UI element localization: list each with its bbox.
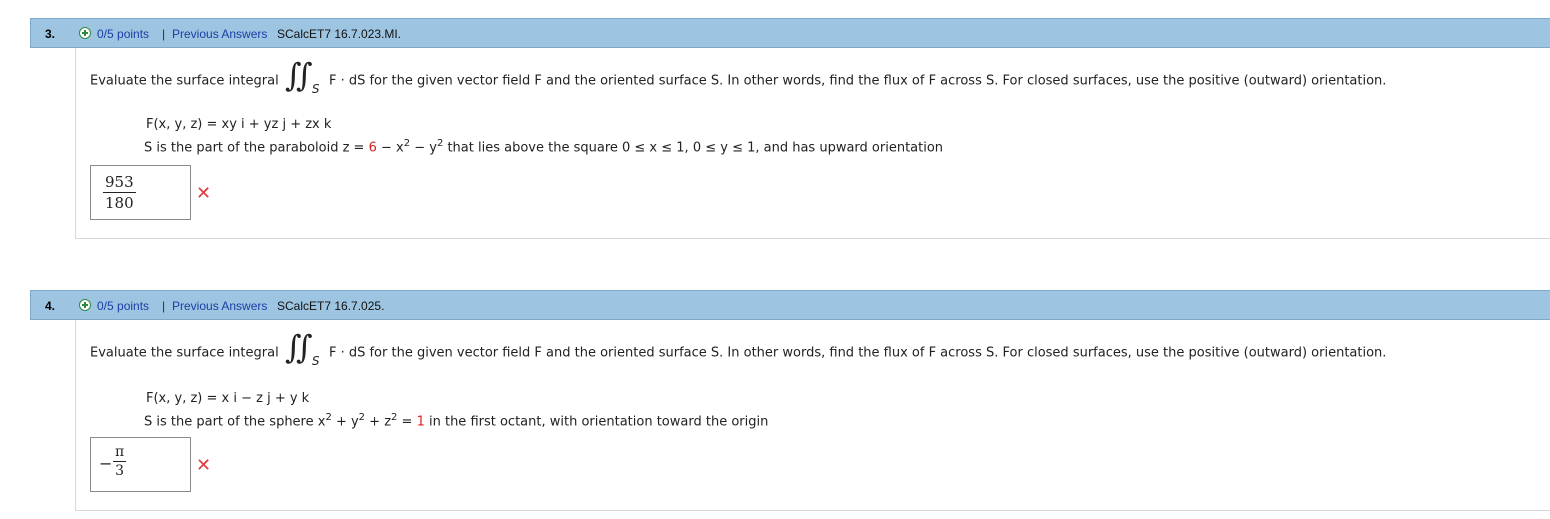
fraction-bar xyxy=(113,461,127,462)
points-label[interactable]: 0/5 points xyxy=(97,299,149,313)
answer-fraction: 953 180 xyxy=(103,173,136,212)
answer-fraction: π 3 xyxy=(113,444,127,479)
question-number: 3. xyxy=(45,27,56,41)
question-header: 4. 0/5 points | Previous Answers SCalcET… xyxy=(30,290,1550,320)
prompt-text-after: F · dS for the given vector field F and … xyxy=(328,345,1387,361)
surface-text: + z xyxy=(365,414,392,430)
prompt-text-before: Evaluate the surface integral xyxy=(90,73,279,89)
surface-text: = xyxy=(397,414,417,430)
answer-numerator: 953 xyxy=(105,173,134,191)
answer-denominator: 3 xyxy=(115,463,125,479)
previous-answers-link[interactable]: Previous Answers xyxy=(172,299,267,313)
answer-box[interactable]: − π 3 xyxy=(90,437,191,492)
separator: | xyxy=(162,299,166,313)
answer-denominator: 180 xyxy=(105,194,134,212)
previous-answers-link[interactable]: Previous Answers xyxy=(172,27,267,41)
question-number: 4. xyxy=(45,299,56,313)
question-prompt: Evaluate the surface integral ∫ ∫ S F · dS… xyxy=(90,56,1387,96)
fraction-bar xyxy=(103,192,136,193)
question-code: SCalcET7 16.7.023.MI. xyxy=(277,27,402,41)
question-4: 4. 0/5 points | Previous Answers SCalcET… xyxy=(30,290,1550,511)
double-integral-symbol: ∫ ∫ S xyxy=(284,328,320,368)
surface-text: S is the part of the sphere x xyxy=(144,414,326,430)
prompt-text-before: Evaluate the surface integral xyxy=(90,345,279,361)
surface-red-value: 1 xyxy=(416,414,425,430)
surface-text: − x xyxy=(376,140,404,156)
question-3: 3. 0/5 points | Previous Answers SCalcET… xyxy=(30,18,1550,239)
incorrect-x-icon: ✕ xyxy=(196,455,212,476)
question-prompt: Evaluate the surface integral ∫ ∫ S F · dS… xyxy=(90,328,1387,368)
answer-box[interactable]: 953 180 xyxy=(90,165,191,220)
question-body: Evaluate the surface integral ∫ ∫ S F · dS… xyxy=(75,320,1550,511)
incorrect-x-icon: ✕ xyxy=(196,183,212,204)
double-integral-symbol: ∫ ∫ S xyxy=(284,56,320,96)
surface-text: S is the part of the paraboloid z = xyxy=(144,140,369,156)
answer-sign: − xyxy=(99,454,113,473)
integral-subscript: S xyxy=(311,82,320,96)
surface-description: S is the part of the sphere x2 + y2 + z2… xyxy=(144,412,768,429)
vector-field: F(x, y, z) = x i − z j + y k xyxy=(146,391,310,406)
expand-plus-icon[interactable] xyxy=(79,299,91,311)
surface-text: + y xyxy=(331,414,359,430)
prompt-text-after: F · dS for the given vector field F and … xyxy=(328,73,1387,89)
vector-field: F(x, y, z) = xy i + yz j + zx k xyxy=(146,117,332,132)
surface-text: in the first octant, with orientation to… xyxy=(424,414,769,430)
surface-text: − y xyxy=(410,140,437,156)
answer-numerator: π xyxy=(115,444,125,460)
surface-description: S is the part of the paraboloid z = 6 − … xyxy=(144,138,943,155)
separator: | xyxy=(162,27,166,41)
integral-subscript: S xyxy=(311,354,320,368)
question-code: SCalcET7 16.7.025. xyxy=(277,299,385,313)
question-body: Evaluate the surface integral ∫ ∫ S F · dS… xyxy=(75,48,1550,239)
points-label[interactable]: 0/5 points xyxy=(97,27,149,41)
surface-red-value: 6 xyxy=(368,140,377,156)
question-header: 3. 0/5 points | Previous Answers SCalcET… xyxy=(30,18,1550,48)
surface-text: that lies above the square 0 ≤ x ≤ 1, 0 … xyxy=(443,140,944,156)
expand-plus-icon[interactable] xyxy=(79,27,91,39)
